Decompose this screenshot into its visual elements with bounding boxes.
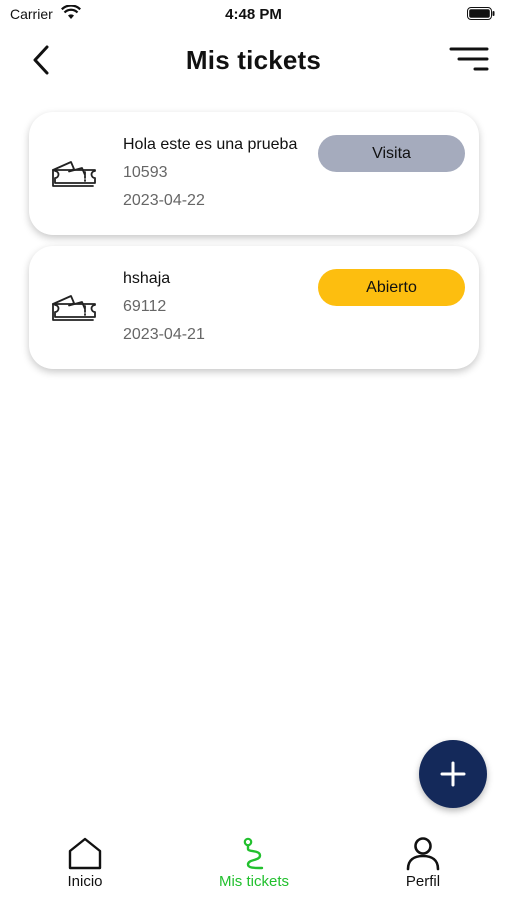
ticket-title: Hola este es una prueba: [123, 136, 298, 153]
ticket-card[interactable]: Hola este es una prueba 10593 2023-04-22…: [29, 112, 479, 235]
ticket-date: 2023-04-22: [123, 192, 205, 209]
ticket-icon: [52, 161, 96, 187]
status-bar: Carrier 4:48 PM: [0, 0, 507, 28]
menu-icon: [449, 47, 489, 71]
ticket-id: 10593: [123, 164, 168, 181]
nav-item-perfil[interactable]: Perfil: [388, 830, 458, 896]
status-badge: Abierto: [318, 269, 465, 306]
add-ticket-button[interactable]: [419, 740, 487, 808]
ticket-date: 2023-04-21: [123, 326, 205, 343]
bottom-navigation: Inicio Mis tickets Perfil: [0, 830, 507, 900]
ticket-icon: [52, 295, 96, 321]
header: Mis tickets: [0, 36, 507, 84]
nav-item-inicio[interactable]: Inicio: [50, 830, 120, 896]
page-title: Mis tickets: [185, 45, 322, 75]
nav-label-perfil: Perfil: [405, 873, 441, 890]
status-badge: Visita: [318, 135, 465, 172]
route-icon: [243, 837, 264, 870]
nav-label-mis-tickets: Mis tickets: [218, 873, 289, 890]
user-icon: [406, 837, 440, 871]
status-time: 4:48 PM: [225, 6, 282, 23]
screen: Carrier 4:48 PM Mis tickets Hola este es…: [0, 0, 507, 900]
filter-menu-button[interactable]: [449, 46, 489, 74]
plus-icon: [440, 761, 466, 787]
ticket-id: 69112: [123, 298, 167, 315]
ticket-title: hshaja: [123, 270, 171, 287]
battery-icon: [467, 7, 495, 20]
ticket-card[interactable]: hshaja 69112 2023-04-21 Abierto: [29, 246, 479, 369]
nav-label-inicio: Inicio: [67, 873, 103, 890]
nav-item-mis-tickets[interactable]: Mis tickets: [200, 830, 308, 896]
home-icon: [68, 837, 102, 870]
